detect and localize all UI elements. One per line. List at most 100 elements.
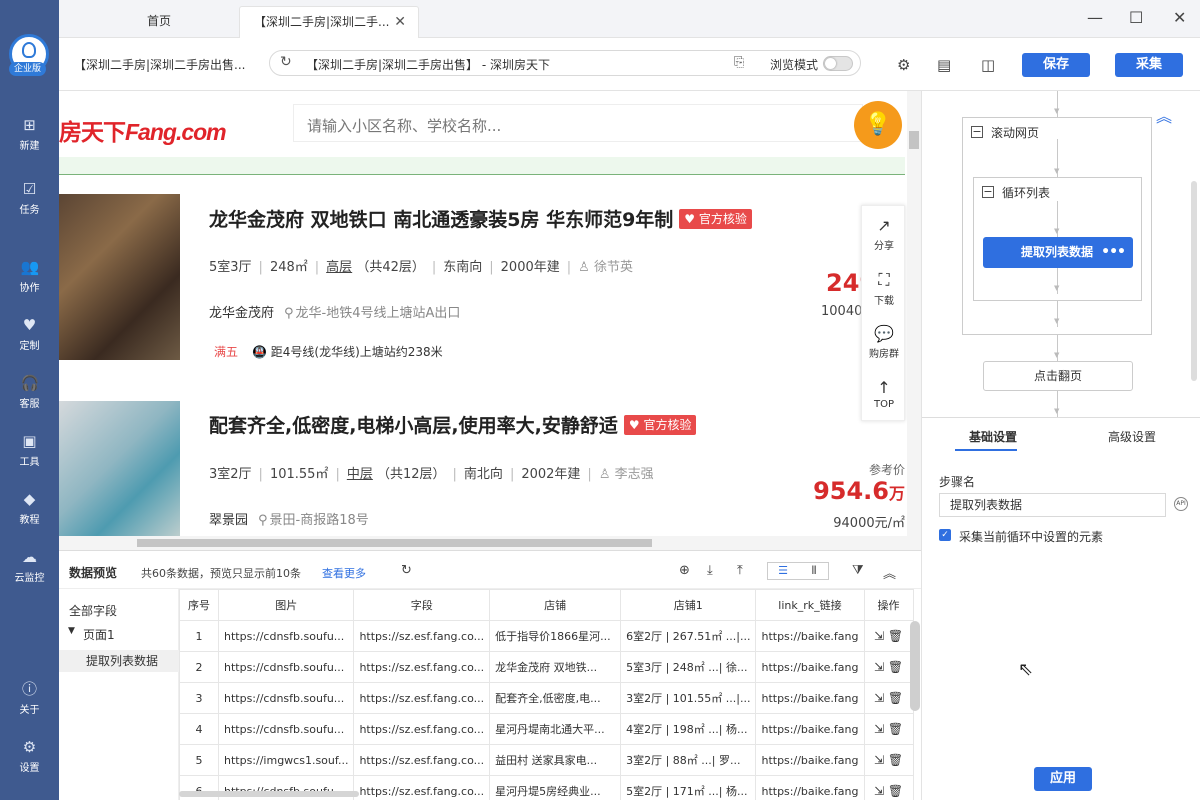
nav-task[interactable]: ☑ 任务	[0, 180, 59, 216]
data-cell[interactable]: https://sz.esf.fang.co...	[353, 744, 491, 776]
close-window-icon[interactable]: ✕	[1173, 8, 1186, 27]
row-index-cell[interactable]: 5	[179, 744, 219, 776]
data-cell[interactable]: https://baike.fang	[755, 713, 865, 745]
data-cell[interactable]: 4室2厅 | 198㎡ ...| 杨...	[620, 713, 757, 745]
gear-icon[interactable]: ⚙	[897, 56, 910, 74]
data-cell[interactable]: 龙华金茂府 双地铁...	[489, 651, 622, 683]
tab-current-page[interactable]: 【深圳二手房|深圳二手... ✕	[239, 6, 419, 38]
listing-title[interactable]: 龙华金茂府 双地铁口 南北通透豪装5房 华东师范9年制 ♥ 官方核验	[209, 205, 752, 232]
data-cell[interactable]: https://baike.fang	[755, 620, 865, 652]
listing-title[interactable]: 配套齐全,低密度,电梯小高层,使用率大,安静舒适 ♥ 官方核验	[209, 411, 697, 438]
data-cell[interactable]: https://sz.esf.fang.co...	[353, 775, 491, 800]
minimize-icon[interactable]: —	[1087, 8, 1103, 27]
column-header[interactable]: 店铺	[489, 589, 622, 621]
lightbulb-icon[interactable]: 💡	[854, 101, 902, 149]
site-logo[interactable]: 房天下Fang.com	[59, 113, 227, 147]
scroll-thumb[interactable]	[909, 131, 919, 149]
tree-expand-icon[interactable]: ▼	[68, 626, 75, 636]
data-cell[interactable]: 星河丹堤5房经典业...	[489, 775, 622, 800]
open-link-icon[interactable]: ⇲	[874, 753, 888, 767]
collapse-icon[interactable]: −	[971, 126, 983, 138]
tree-all-fields[interactable]: 全部字段	[69, 602, 117, 619]
share-button[interactable]: ↗ 分享	[862, 216, 906, 252]
nav-tools[interactable]: ▣ 工具	[0, 432, 59, 468]
tab-home[interactable]: 首页	[79, 6, 239, 38]
data-cell[interactable]: 低于指导价1866星河...	[489, 620, 622, 652]
data-cell[interactable]: https://baike.fang	[755, 744, 865, 776]
delete-icon[interactable]: 🗑	[888, 660, 903, 674]
tree-page[interactable]: 页面1	[83, 626, 115, 643]
nav-tutorial[interactable]: ◆ 教程	[0, 490, 59, 526]
site-search-input[interactable]: 请输入小区名称、学校名称...	[293, 104, 863, 142]
preview-vertical-scrollbar[interactable]	[910, 621, 920, 711]
import-icon[interactable]: ⤓	[707, 563, 713, 578]
listing-title-text[interactable]: 龙华金茂府 双地铁口 南北通透豪装5房 华东师范9年制	[209, 209, 673, 231]
nav-settings[interactable]: ⚙ 设置	[0, 738, 59, 774]
row-index-cell[interactable]: 2	[179, 651, 219, 683]
data-cell[interactable]: 星河丹堤南北通大平...	[489, 713, 622, 745]
estate-name[interactable]: 龙华金茂府	[209, 306, 274, 321]
table-row[interactable]: 3 https://cdnsfb.soufu... https://sz.esf.f…	[179, 682, 914, 714]
row-index-cell[interactable]: 3	[179, 682, 219, 714]
data-cell[interactable]: https://sz.esf.fang.co...	[353, 651, 491, 683]
apply-button[interactable]: 应用	[1034, 767, 1092, 791]
back-to-top-button[interactable]: ↑ TOP	[862, 378, 906, 410]
window-split-icon[interactable]: ◫	[981, 56, 995, 74]
tab-advanced-settings[interactable]: 高级设置	[1108, 428, 1156, 445]
listing-photo[interactable]	[59, 194, 180, 360]
collect-button[interactable]: 采集	[1115, 53, 1183, 77]
layout-panel-icon[interactable]: ▤	[937, 56, 951, 74]
table-row[interactable]: 5 https://imgwcs1.souf... https://sz.esf.f…	[179, 744, 914, 776]
filter-icon[interactable]: ⧩	[852, 563, 864, 578]
delete-icon[interactable]: 🗑	[888, 784, 903, 798]
estate-name[interactable]: 翠景园	[209, 513, 248, 528]
data-cell[interactable]: 益田村 送家具家电...	[489, 744, 622, 776]
floor[interactable]: 高层	[326, 260, 352, 275]
table-row[interactable]: 4 https://cdnsfb.soufu... https://sz.esf.f…	[179, 713, 914, 745]
data-cell[interactable]: https://baike.fang	[755, 775, 865, 800]
column-header[interactable]: 字段	[353, 589, 491, 621]
preview-horizontal-scrollbar[interactable]	[179, 791, 359, 797]
tab-basic-settings[interactable]: 基础设置	[969, 428, 1017, 445]
nav-new[interactable]: ⊞ 新建	[0, 116, 59, 152]
download-button[interactable]: ⛶ 下载	[862, 270, 906, 307]
listing-photo[interactable]	[59, 401, 180, 550]
table-row[interactable]: 1 https://cdnsfb.soufu... https://sz.esf.f…	[179, 620, 914, 652]
collapse-up-icon[interactable]: ︽	[883, 563, 896, 582]
buyer-group-button[interactable]: 💬 购房群	[862, 324, 906, 360]
data-cell[interactable]: https://imgwcs1.souf...	[217, 744, 355, 776]
view-more-link[interactable]: 查看更多	[322, 565, 366, 581]
open-link-icon[interactable]: ⇲	[874, 784, 888, 798]
data-cell[interactable]: https://sz.esf.fang.co...	[353, 620, 491, 652]
data-cell[interactable]: https://cdnsfb.soufu...	[217, 651, 355, 683]
web-vertical-scrollbar[interactable]	[907, 91, 921, 550]
save-button[interactable]: 保存	[1022, 53, 1090, 77]
click-next-page-node[interactable]: 点击翻页	[983, 361, 1133, 391]
add-field-icon[interactable]: ⊕	[679, 563, 690, 578]
column-view-icon[interactable]: ⦀	[799, 563, 829, 579]
delete-icon[interactable]: 🗑	[888, 722, 903, 736]
browse-mode-toggle[interactable]	[823, 56, 853, 71]
nav-collab[interactable]: 👥 协作	[0, 258, 59, 294]
delete-icon[interactable]: 🗑	[888, 753, 903, 767]
row-index-cell[interactable]: 4	[179, 713, 219, 745]
list-view-icon[interactable]: ☰	[768, 563, 798, 579]
agent-name[interactable]: 徐节英	[594, 260, 633, 275]
data-cell[interactable]: https://cdnsfb.soufu...	[217, 682, 355, 714]
refresh-icon[interactable]: ↻	[401, 563, 412, 578]
open-link-icon[interactable]: ⇲	[874, 629, 888, 643]
agent-name[interactable]: 李志强	[615, 467, 654, 482]
more-options-icon[interactable]: •••	[1101, 237, 1126, 268]
listing-title-text[interactable]: 配套齐全,低密度,电梯小高层,使用率大,安静舒适	[209, 415, 618, 437]
delete-icon[interactable]: 🗑	[888, 691, 903, 705]
page-settings-icon[interactable]: ⎘	[734, 55, 744, 70]
api-icon[interactable]: API	[1174, 497, 1188, 511]
export-icon[interactable]: ⤒	[737, 563, 743, 578]
open-link-icon[interactable]: ⇲	[874, 660, 888, 674]
data-cell[interactable]: 3室2厅 | 101.55㎡ ...|...	[620, 682, 757, 714]
data-cell[interactable]: https://baike.fang	[755, 682, 865, 714]
data-cell[interactable]: 6室2厅 | 267.51㎡ ...|...	[620, 620, 757, 652]
web-horizontal-scrollbar[interactable]	[59, 536, 907, 550]
extract-list-data-node[interactable]: 提取列表数据 •••	[983, 237, 1133, 268]
data-cell[interactable]: https://cdnsfb.soufu...	[217, 713, 355, 745]
